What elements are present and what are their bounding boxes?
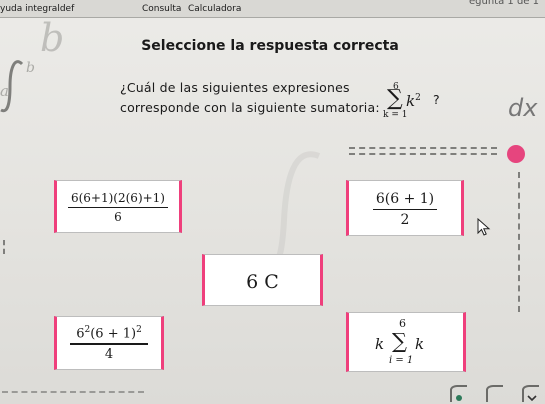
dx-decoration: dx bbox=[508, 94, 538, 122]
denominator-4: 4 bbox=[104, 346, 114, 362]
sum-term-var: k bbox=[406, 92, 416, 110]
vertical-dash-right bbox=[518, 172, 520, 312]
question-mark: ? bbox=[433, 92, 440, 107]
fraction-2: 6(6 + 1) 2 bbox=[349, 191, 461, 228]
answer-option-4[interactable]: 62(6 + 1)2 4 bbox=[54, 316, 164, 370]
menu-bar: yuda integraldef Consulta Calculadora eg… bbox=[0, 0, 545, 18]
option-5-lower: i = 1 bbox=[389, 355, 414, 366]
question-line-2: corresponde con la siguiente sumatoria: bbox=[120, 100, 380, 115]
option-3-text: 6 C bbox=[246, 271, 279, 293]
chevron-down-icon[interactable] bbox=[520, 384, 542, 404]
fraction-4: 62(6 + 1)2 4 bbox=[57, 325, 161, 362]
answer-option-3[interactable]: 6 C bbox=[202, 254, 323, 306]
numerator-1: 6(6+1)(2(6)+1) bbox=[70, 191, 165, 205]
option-5-prefix: k bbox=[375, 335, 385, 353]
question-counter: egunta 1 de 1 bbox=[469, 0, 539, 7]
option-5-sigma: ∑ bbox=[392, 329, 407, 353]
question-line-1: ¿Cuál de las siguientes expresiones bbox=[120, 80, 350, 95]
fraction-1: 6(6+1)(2(6)+1) 6 bbox=[57, 191, 179, 224]
sum-exponent: 2 bbox=[415, 93, 421, 103]
bookmark-icon[interactable] bbox=[448, 384, 470, 404]
numerator-4-mid: (6 + 1) bbox=[90, 326, 137, 342]
navigation-icon[interactable] bbox=[484, 384, 506, 404]
sum-lower-limit: k = 1 bbox=[383, 110, 408, 120]
page-title: Seleccione la respuesta correcta bbox=[141, 38, 399, 54]
fraction-bar-1 bbox=[68, 207, 168, 209]
answer-option-2[interactable]: 6(6 + 1) 2 bbox=[346, 180, 464, 236]
numerator-4: 62(6 + 1)2 bbox=[57, 325, 161, 341]
cursor-arrow-icon bbox=[477, 218, 491, 236]
dashed-decoration bbox=[349, 147, 497, 155]
sigma-symbol: ∑ bbox=[387, 86, 403, 111]
option-5-term: k bbox=[415, 335, 425, 353]
pink-dot-decoration bbox=[507, 145, 525, 163]
bottom-dash-decoration bbox=[2, 391, 144, 393]
menu-consulta[interactable]: Consulta bbox=[142, 0, 181, 18]
answer-option-1[interactable]: 6(6+1)(2(6)+1) 6 bbox=[54, 180, 182, 233]
watermark-b-small: b bbox=[26, 60, 35, 76]
menu-app-name[interactable]: yuda integraldef bbox=[0, 0, 74, 18]
question-text: ¿Cuál de las siguientes expresiones corr… bbox=[120, 78, 390, 118]
numerator-2: 6(6 + 1) bbox=[375, 191, 435, 207]
watermark-a: a bbox=[0, 82, 9, 100]
menu-calculadora[interactable]: Calculadora bbox=[188, 0, 241, 18]
fraction-bar-2 bbox=[373, 209, 437, 211]
option-5-summation: k 6 ∑ k i = 1 bbox=[375, 317, 445, 369]
answer-option-5[interactable]: k 6 ∑ k i = 1 bbox=[346, 312, 466, 372]
watermark-b: b bbox=[40, 16, 65, 60]
vertical-dash-left bbox=[3, 240, 5, 254]
denominator-1: 6 bbox=[114, 210, 122, 225]
sum-term: k2 bbox=[406, 92, 421, 110]
denominator-2: 2 bbox=[400, 212, 410, 229]
fraction-bar-4 bbox=[70, 343, 148, 345]
numerator-4-exp2: 2 bbox=[136, 325, 142, 335]
